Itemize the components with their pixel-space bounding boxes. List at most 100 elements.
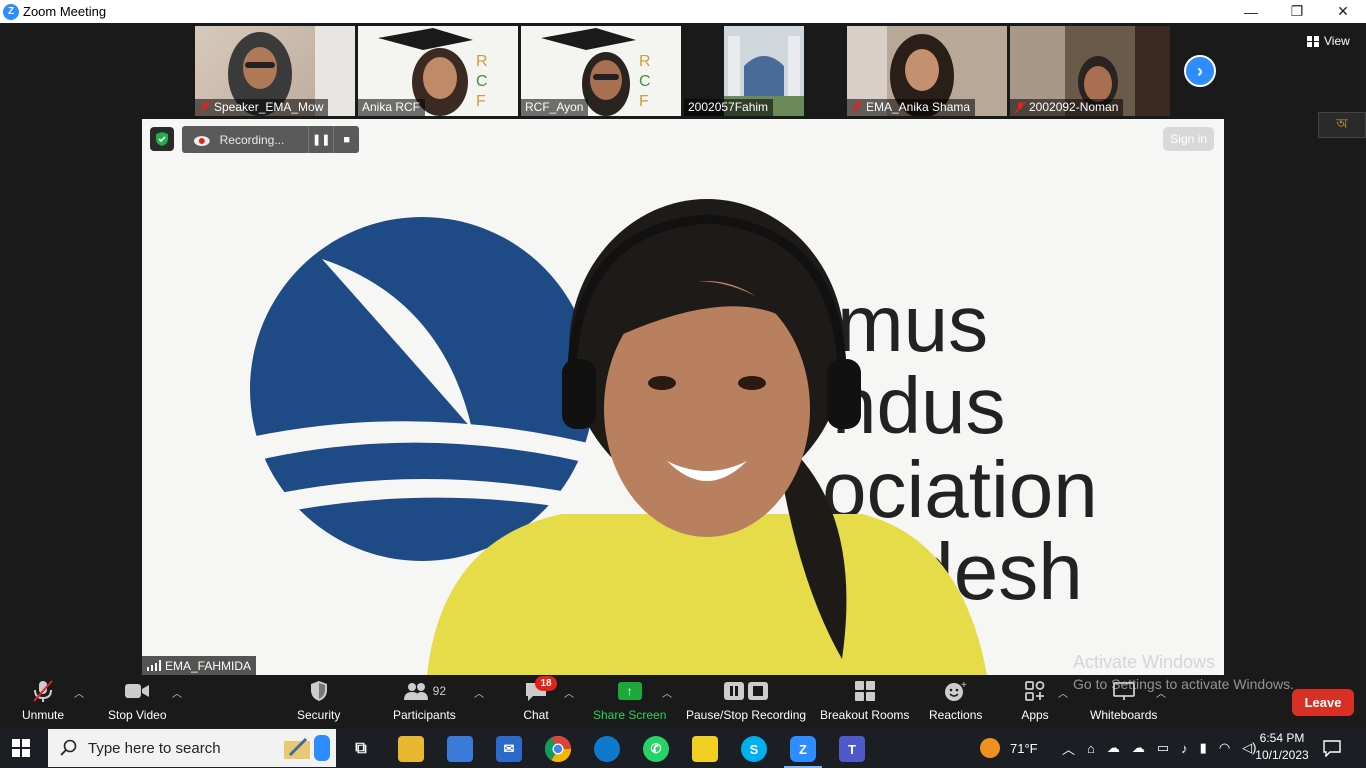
next-page-arrow-icon[interactable]: › (1184, 55, 1216, 87)
input-language-indicator[interactable]: অ (1318, 112, 1366, 138)
participant-name: 2002092-Noman (1010, 99, 1124, 116)
sign-in-button[interactable]: Sign in (1163, 127, 1214, 151)
restore-button[interactable]: ❐ (1274, 0, 1320, 23)
chat-options-caret-icon[interactable]: ︿ (564, 685, 574, 700)
recording-indicator: Recording... ❚❚ ■ (182, 126, 359, 153)
svg-text:+: + (961, 680, 967, 691)
reactions-button[interactable]: + Reactions (929, 675, 982, 728)
security-button[interactable]: Security (297, 675, 340, 728)
battery-icon[interactable]: ▮ (1200, 740, 1207, 756)
participant-name: RCF_Ayon (521, 99, 589, 116)
pause-recording-button[interactable]: ❚❚ (307, 126, 334, 153)
security-label: Security (297, 708, 341, 722)
chat-label: Chat (523, 708, 549, 722)
participants-button[interactable]: 92 Participants (393, 675, 456, 728)
weather-sun-icon (980, 738, 1000, 758)
view-button[interactable]: View (1307, 34, 1350, 48)
title-bar: Z Zoom Meeting — ❐ ✕ (0, 0, 1366, 23)
search-icon (60, 739, 77, 756)
zoom-taskbar-icon[interactable]: Z (790, 736, 816, 762)
participant-name-text: Speaker_EMA_Mow (214, 100, 324, 114)
encryption-shield-icon[interactable] (150, 127, 174, 151)
unmute-label: Unmute (22, 708, 65, 722)
participant-name-text: RCF_Ayon (525, 100, 584, 114)
chat-bubble-icon: 18 (521, 676, 557, 704)
chat-button[interactable]: 18 Chat (521, 675, 557, 728)
share-options-caret-icon[interactable]: ︿ (662, 685, 672, 700)
display-icon[interactable]: ▭ (1157, 740, 1169, 756)
window-controls: — ❐ ✕ (1228, 0, 1366, 23)
apps-label: Apps (1021, 708, 1049, 722)
audio-options-caret-icon[interactable]: ︿ (74, 685, 84, 700)
svg-text:F: F (476, 93, 486, 110)
view-label: View (1324, 34, 1350, 48)
muted-mic-icon (851, 101, 863, 114)
share-screen-button[interactable]: ↑ Share Screen (593, 675, 666, 728)
participant-tile[interactable]: R C F RCF_Ayon (521, 26, 681, 116)
close-button[interactable]: ✕ (1320, 0, 1366, 23)
recording-status: Recording... (219, 132, 285, 147)
muted-mic-icon (1014, 101, 1026, 114)
stop-video-button[interactable]: Stop Video (108, 675, 167, 728)
participant-name-text: 2002092-Noman (1029, 100, 1119, 114)
participant-tile[interactable]: Speaker_EMA_Mow (195, 26, 355, 116)
participants-options-caret-icon[interactable]: ︿ (474, 685, 484, 700)
whatsapp-icon[interactable]: ✆ (643, 736, 669, 762)
smiley-plus-icon: + (941, 678, 971, 704)
participant-name: Anika RCF (358, 99, 426, 116)
participant-name: Speaker_EMA_Mow (195, 99, 329, 116)
windows-start-icon[interactable] (12, 739, 30, 757)
apps-button[interactable]: Apps (1020, 675, 1050, 728)
cloud-recording-icon (193, 135, 210, 146)
svg-text:R: R (639, 53, 651, 70)
active-speaker-video: mus ndus ociation ladesh Recording... ❚❚ (142, 119, 1224, 675)
search-highlight-icon (284, 735, 330, 761)
breakout-rooms-button[interactable]: Breakout Rooms (820, 675, 909, 728)
svg-text:C: C (639, 73, 651, 90)
media-player-icon[interactable] (692, 736, 718, 762)
task-view-icon[interactable]: ⧉ (348, 736, 374, 762)
network-icon[interactable]: ⌂ (1087, 741, 1095, 756)
skype-icon[interactable]: S (741, 736, 767, 762)
mail-icon[interactable]: ✉ (496, 736, 522, 762)
onedrive-cloud-icon[interactable]: ☁ (1107, 740, 1120, 756)
show-hidden-icons-chevron-icon[interactable]: ︿ (1062, 739, 1075, 758)
pause-stop-recording-button[interactable]: Pause/Stop Recording (686, 675, 806, 728)
teams-icon[interactable]: T (839, 736, 865, 762)
participant-name-text: Anika RCF (362, 100, 421, 114)
chrome-icon[interactable] (545, 736, 571, 762)
edge-icon[interactable] (594, 736, 620, 762)
participant-tile[interactable]: R C F Anika RCF (358, 26, 518, 116)
minimize-button[interactable]: — (1228, 0, 1274, 23)
search-placeholder: Type here to search (88, 739, 221, 757)
stop-recording-button[interactable]: ■ (333, 126, 359, 153)
weather-temp: 71°F (1010, 740, 1038, 756)
microphone-icon[interactable]: ♪ (1181, 741, 1188, 756)
participant-tile[interactable]: 2002092-Noman (1010, 26, 1170, 116)
unmute-button[interactable]: Unmute (22, 675, 64, 728)
sync-cloud-icon[interactable]: ☁ (1132, 740, 1145, 756)
notifications-icon[interactable] (1322, 728, 1342, 768)
wifi-icon[interactable]: ◠ (1219, 740, 1230, 756)
microsoft-store-icon[interactable] (447, 736, 473, 762)
participant-tile[interactable]: 2002057Fahim (684, 26, 844, 116)
taskbar-search-box[interactable]: Type here to search (48, 729, 336, 767)
video-options-caret-icon[interactable]: ︿ (172, 685, 182, 700)
video-camera-icon (122, 678, 152, 704)
leave-button[interactable]: Leave (1292, 689, 1354, 716)
apps-options-caret-icon[interactable]: ︿ (1058, 685, 1068, 700)
apps-icon (1020, 678, 1050, 704)
participants-icon: 92 (394, 678, 454, 704)
participant-name-text: 2002057Fahim (688, 100, 769, 114)
activation-watermark-subtitle: Go to Settings to activate Windows. (1073, 676, 1294, 692)
participant-tile[interactable]: EMA_Anika Shama (847, 26, 1007, 116)
recording-controls-icon (721, 678, 771, 704)
windows-taskbar: Type here to search ⧉ ✉ ✆ S Z T 71°F ︿ ⌂… (0, 728, 1366, 768)
system-tray: ︿ ⌂ ☁ ☁ ▭ ♪ ▮ ◠ ◁) (1062, 728, 1257, 768)
stop-video-label: Stop Video (108, 708, 167, 722)
system-clock[interactable]: 6:54 PM 10/1/2023 (1250, 730, 1314, 764)
reactions-label: Reactions (929, 708, 983, 722)
file-explorer-icon[interactable] (398, 736, 424, 762)
weather-widget[interactable]: 71°F (980, 728, 1038, 768)
participants-count: 92 (432, 684, 447, 698)
